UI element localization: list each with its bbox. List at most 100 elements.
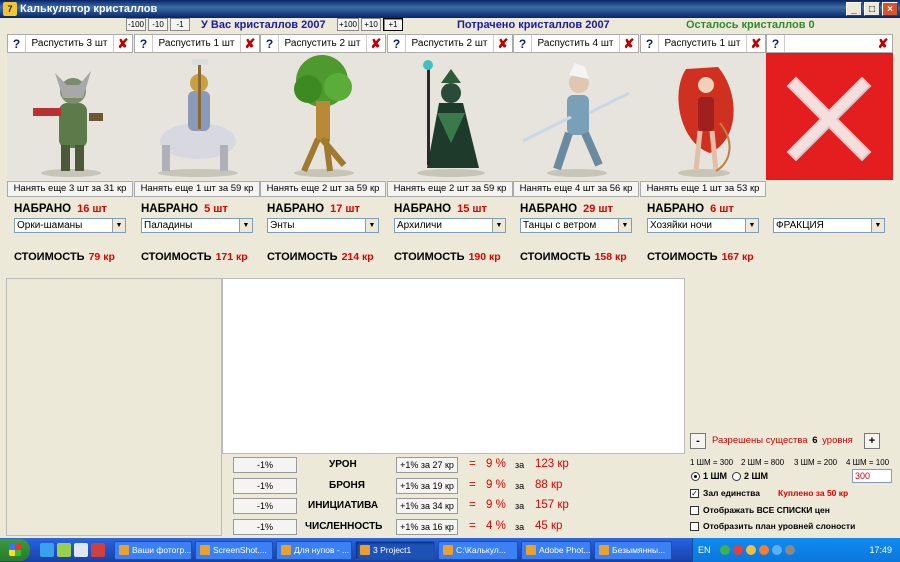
title-bar: 7 Калькулятор кристаллов _ □ × bbox=[0, 0, 900, 18]
dismiss-button[interactable]: Распустить 4 шт bbox=[532, 35, 620, 52]
shm-1-radio[interactable] bbox=[691, 472, 700, 481]
tray-network-icon[interactable] bbox=[719, 545, 730, 555]
stat-minus-button[interactable]: -1% bbox=[233, 498, 297, 514]
stat-plus-button[interactable]: +1% за 19 кр bbox=[396, 477, 458, 494]
dismiss-button[interactable]: Распустить 3 шт bbox=[26, 35, 114, 52]
unit-select[interactable]: Танцы с ветром ▼ bbox=[520, 218, 632, 233]
help-icon[interactable]: ? bbox=[514, 35, 532, 52]
unity-hall-checkbox[interactable]: ✓ bbox=[690, 489, 699, 498]
tray-antivirus-icon[interactable] bbox=[732, 545, 743, 555]
hire-button[interactable]: Нанять еще 2 шт за 59 кр bbox=[260, 181, 386, 197]
quicklaunch-desktop-icon[interactable] bbox=[74, 543, 88, 557]
help-icon[interactable]: ? bbox=[135, 35, 153, 52]
task-label: Для нупов - ... bbox=[294, 545, 350, 555]
shm-value-input[interactable]: 300 bbox=[852, 469, 892, 483]
hire-button[interactable]: Нанять еще 4 шт за 56 кр bbox=[513, 181, 639, 197]
stat-equals: = bbox=[469, 478, 476, 491]
faction-select-value: ФРАКЦИЯ bbox=[776, 220, 824, 231]
taskbar-item[interactable]: Безымянны... bbox=[594, 540, 672, 560]
close-icon[interactable]: ✘ bbox=[367, 35, 385, 52]
unit-select[interactable]: Хозяйки ночи ▼ bbox=[647, 218, 759, 233]
language-indicator[interactable]: EN bbox=[698, 545, 711, 555]
cost-label: СТОИМОСТЬ 167 кр bbox=[647, 251, 754, 263]
taskbar-item[interactable]: 3 Project1 bbox=[355, 540, 435, 560]
help-icon[interactable]: ? bbox=[261, 35, 279, 52]
help-icon[interactable]: ? bbox=[8, 35, 26, 52]
close-icon[interactable]: ✘ bbox=[494, 35, 512, 52]
stat-percent: 9 % bbox=[486, 478, 506, 491]
minus-10-button[interactable]: -10 bbox=[148, 18, 168, 31]
level-plus-button[interactable]: + bbox=[864, 433, 880, 449]
close-window-button[interactable]: × bbox=[882, 2, 898, 16]
stat-plus-button[interactable]: +1% за 16 кр bbox=[396, 518, 458, 535]
unit-select-value: Архиличи bbox=[397, 220, 442, 231]
chevron-down-icon[interactable]: ▼ bbox=[492, 219, 505, 232]
hire-button[interactable]: Нанять еще 1 шт за 59 кр bbox=[134, 181, 260, 197]
dismiss-button[interactable]: Распустить 1 шт bbox=[153, 35, 241, 52]
quicklaunch-player-icon[interactable] bbox=[91, 543, 105, 557]
close-icon[interactable]: ✘ bbox=[114, 35, 132, 52]
taskbar-item[interactable]: Ваши фотогр... bbox=[114, 540, 192, 560]
minus-1-button[interactable]: -1 bbox=[170, 18, 190, 31]
close-icon[interactable]: ✘ bbox=[874, 35, 892, 52]
plus-10-button[interactable]: +10 bbox=[361, 18, 381, 31]
faction-header: ? ✘ bbox=[766, 34, 893, 53]
dismiss-button[interactable]: Распустить 2 шт bbox=[279, 35, 367, 52]
stat-plus-button[interactable]: +1% за 34 кр bbox=[396, 498, 458, 514]
show-plan-checkbox[interactable] bbox=[690, 522, 699, 531]
minimize-button[interactable]: _ bbox=[846, 2, 862, 16]
taskbar-item[interactable]: Adobe Phot... bbox=[521, 540, 591, 560]
chevron-down-icon[interactable]: ▼ bbox=[745, 219, 758, 232]
stat-percent: 9 % bbox=[486, 499, 506, 511]
maximize-button[interactable]: □ bbox=[864, 2, 880, 16]
plus-1-button[interactable]: +1 bbox=[383, 18, 403, 31]
hire-button[interactable]: Нанять еще 3 шт за 31 кр bbox=[7, 181, 133, 197]
chevron-down-icon[interactable]: ▼ bbox=[239, 219, 252, 232]
stat-plus-button[interactable]: +1% за 27 кр bbox=[396, 457, 458, 473]
stat-cost: 123 кр bbox=[535, 458, 569, 470]
unit-select[interactable]: Энты ▼ bbox=[267, 218, 379, 233]
close-icon[interactable]: ✘ bbox=[747, 35, 765, 52]
close-icon[interactable]: ✘ bbox=[620, 35, 638, 52]
unit-select[interactable]: Архиличи ▼ bbox=[394, 218, 506, 233]
unit-header: ? Распустить 1 шт ✘ bbox=[134, 34, 260, 53]
help-icon[interactable]: ? bbox=[388, 35, 406, 52]
hire-button[interactable]: Нанять еще 1 шт за 53 кр bbox=[640, 181, 766, 197]
tray-update-icon[interactable] bbox=[758, 545, 769, 555]
plus-100-button[interactable]: +100 bbox=[337, 18, 359, 31]
minus-100-button[interactable]: -100 bbox=[126, 18, 146, 31]
unit-select[interactable]: Орки-шаманы ▼ bbox=[14, 218, 126, 233]
chevron-down-icon[interactable]: ▼ bbox=[871, 219, 884, 232]
task-app-icon bbox=[119, 545, 129, 555]
dismiss-button[interactable]: Распустить 2 шт bbox=[406, 35, 494, 52]
chevron-down-icon[interactable]: ▼ bbox=[618, 219, 631, 232]
hire-button[interactable]: Нанять еще 2 шт за 59 кр bbox=[387, 181, 513, 197]
stat-minus-button[interactable]: -1% bbox=[233, 457, 297, 473]
shm-2-radio[interactable] bbox=[732, 472, 741, 481]
task-label: Безымянны... bbox=[612, 545, 666, 555]
help-icon[interactable]: ? bbox=[767, 35, 785, 52]
stat-minus-button[interactable]: -1% bbox=[233, 518, 297, 535]
chevron-down-icon[interactable]: ▼ bbox=[112, 219, 125, 232]
show-all-checkbox[interactable] bbox=[690, 506, 699, 515]
tray-misc-icon[interactable] bbox=[784, 545, 795, 555]
help-icon[interactable]: ? bbox=[641, 35, 659, 52]
chevron-down-icon[interactable]: ▼ bbox=[365, 219, 378, 232]
taskbar-item[interactable]: С:\Калькул... bbox=[438, 540, 518, 560]
tray-volume-icon[interactable] bbox=[771, 545, 782, 555]
recruited-label-text: НАБРАНО bbox=[394, 203, 452, 215]
level-minus-button[interactable]: - bbox=[690, 433, 706, 449]
quicklaunch-ie-icon[interactable] bbox=[40, 543, 54, 557]
stat-equals: = bbox=[469, 499, 476, 511]
cost-label-text: СТОИМОСТЬ bbox=[647, 251, 718, 263]
quicklaunch-app-icon[interactable] bbox=[57, 543, 71, 557]
stat-minus-button[interactable]: -1% bbox=[233, 477, 297, 494]
dismiss-button[interactable]: Распустить 1 шт bbox=[659, 35, 747, 52]
taskbar-item[interactable]: Для нупов - ... bbox=[276, 540, 352, 560]
taskbar-item[interactable]: ScreenShot.... bbox=[195, 540, 273, 560]
start-button[interactable] bbox=[0, 539, 30, 561]
close-icon[interactable]: ✘ bbox=[241, 35, 259, 52]
tray-app-icon[interactable] bbox=[745, 545, 756, 555]
faction-select[interactable]: ФРАКЦИЯ ▼ bbox=[773, 218, 885, 233]
unit-select[interactable]: Паладины ▼ bbox=[141, 218, 253, 233]
